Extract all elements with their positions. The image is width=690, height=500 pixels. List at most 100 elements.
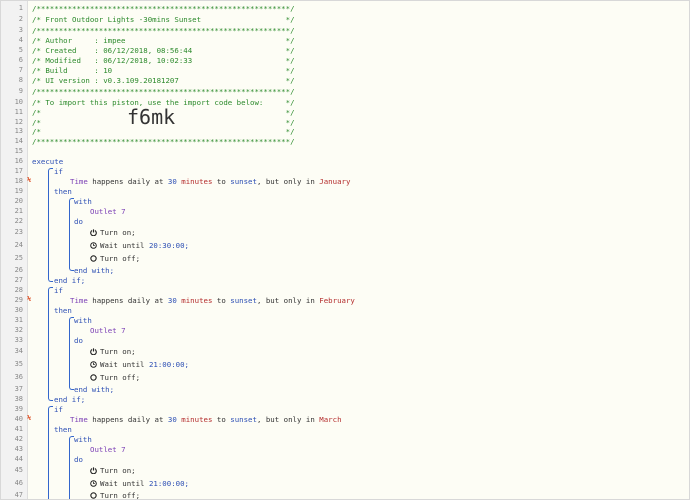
keyword-execute: execute	[32, 157, 64, 166]
condition-text: , but only in	[256, 415, 315, 424]
condition-flag-icon[interactable]: Ϟ	[27, 414, 31, 422]
with-block-guide	[69, 436, 74, 499]
line-number: 15	[14, 147, 23, 155]
command-label: Wait until	[100, 479, 145, 488]
condition-statement[interactable]: Time happens daily at 30 minutes to suns…	[70, 296, 355, 305]
keyword-end-if: end if;	[54, 276, 86, 285]
device-name[interactable]: Outlet 7	[90, 445, 126, 454]
line-number: 11	[14, 108, 23, 116]
comment-line: /***************************************…	[32, 4, 295, 13]
command-turn-on[interactable]: Turn on;	[90, 347, 136, 356]
power-icon	[90, 348, 97, 355]
command-label: Wait until	[100, 241, 145, 250]
condition-statement[interactable]: Time happens daily at 30 minutes to suns…	[70, 415, 342, 424]
keyword-if: if	[54, 286, 63, 295]
keyword-then: then	[54, 306, 72, 315]
condition-text: happens daily at	[92, 296, 164, 305]
line-number: 45	[14, 466, 23, 474]
keyword-if: if	[54, 167, 63, 176]
condition-month: March	[319, 415, 342, 424]
line-number-gutter: 1 2 3 4 5 6 7 8 9 10 11 12 13 14 15 16 1…	[1, 1, 28, 499]
condition-value: 30	[167, 177, 177, 186]
condition-sunset: sunset	[230, 415, 257, 424]
device-name[interactable]: Outlet 7	[90, 326, 126, 335]
line-number: 43	[14, 445, 23, 453]
line-number: 31	[14, 316, 23, 324]
keyword-with: with	[74, 197, 92, 206]
line-number: 24	[14, 241, 23, 249]
condition-value: 30	[167, 415, 177, 424]
line-number: 5	[18, 46, 23, 54]
condition-text: , but only in	[256, 296, 315, 305]
comment-line: /* Author : impee */	[32, 36, 295, 45]
comment-line: /* Created : 06/12/2018, 08:56:44 */	[32, 46, 295, 55]
line-number: 7	[18, 66, 23, 74]
keyword-if: if	[54, 405, 63, 414]
condition-text: happens daily at	[92, 177, 164, 186]
command-turn-off[interactable]: Turn off;	[90, 373, 140, 382]
line-number: 14	[14, 137, 23, 145]
comment-line: /* Modified : 06/12/2018, 10:02:33 */	[32, 56, 295, 65]
line-number: 32	[14, 326, 23, 334]
keyword-end-with: end with;	[74, 266, 115, 275]
command-wait[interactable]: Wait until 21:00:00;	[90, 360, 189, 369]
power-icon	[90, 467, 97, 474]
line-number: 44	[14, 455, 23, 463]
line-number: 4	[18, 36, 23, 44]
line-number: 30	[14, 306, 23, 314]
condition-sunset: sunset	[230, 177, 257, 186]
command-turn-on[interactable]: Turn on;	[90, 228, 136, 237]
condition-text: to	[216, 415, 226, 424]
line-number: 20	[14, 197, 23, 205]
line-number: 39	[14, 405, 23, 413]
line-number: 10	[14, 98, 23, 106]
clock-icon	[90, 480, 97, 487]
line-number: 13	[14, 127, 23, 135]
power-icon	[90, 229, 97, 236]
line-number: 21	[14, 207, 23, 215]
line-number: 18	[14, 177, 23, 185]
keyword-do: do	[74, 455, 83, 464]
clock-icon	[90, 361, 97, 368]
condition-month: February	[319, 296, 355, 305]
line-number: 29	[14, 296, 23, 304]
comment-line: /***************************************…	[32, 137, 295, 146]
condition-value: 30	[167, 296, 177, 305]
with-block-guide	[69, 198, 74, 271]
line-number: 28	[14, 286, 23, 294]
condition-statement[interactable]: Time happens daily at 30 minutes to suns…	[70, 177, 350, 186]
keyword-with: with	[74, 316, 92, 325]
command-label: Turn on;	[100, 466, 136, 475]
line-number: 8	[18, 76, 23, 84]
comment-line: /* Build : 10 */	[32, 66, 295, 75]
condition-unit: minutes	[181, 177, 213, 186]
condition-unit: minutes	[181, 415, 213, 424]
keyword-end-if: end if;	[54, 395, 86, 404]
keyword-do: do	[74, 336, 83, 345]
line-number: 38	[14, 395, 23, 403]
command-turn-off[interactable]: Turn off;	[90, 254, 140, 263]
line-number: 40	[14, 415, 23, 423]
condition-text: to	[216, 296, 226, 305]
line-number: 25	[14, 254, 23, 262]
command-wait[interactable]: Wait until 20:30:00;	[90, 241, 189, 250]
if-block-guide	[48, 406, 53, 499]
line-number: 26	[14, 266, 23, 274]
line-number: 37	[14, 385, 23, 393]
command-wait[interactable]: Wait until 21:00:00;	[90, 479, 189, 488]
import-code: f6mk	[127, 105, 176, 129]
command-time: 21:00:00;	[148, 479, 189, 488]
command-turn-on[interactable]: Turn on;	[90, 466, 136, 475]
line-number: 17	[14, 167, 23, 175]
comment-line: /* UI version : v0.3.109.20181207 */	[32, 76, 295, 85]
power-off-icon	[90, 374, 97, 381]
command-turn-off[interactable]: Turn off;	[90, 491, 140, 499]
device-name[interactable]: Outlet 7	[90, 207, 126, 216]
line-number: 46	[14, 479, 23, 487]
condition-subject: Time	[70, 177, 88, 186]
condition-flag-icon[interactable]: Ϟ	[27, 176, 31, 184]
clock-icon	[90, 242, 97, 249]
line-number: 6	[18, 56, 23, 64]
condition-flag-icon[interactable]: Ϟ	[27, 295, 31, 303]
power-off-icon	[90, 492, 97, 499]
